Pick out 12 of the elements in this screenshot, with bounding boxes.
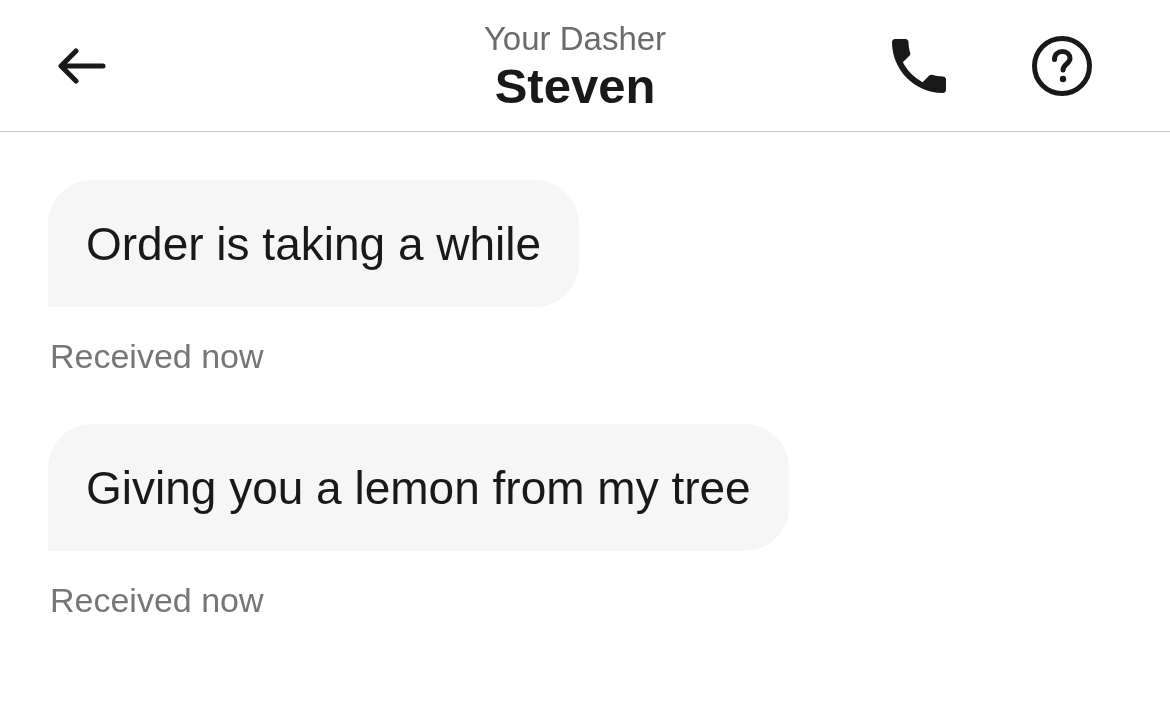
message-bubble: Giving you a lemon from my tree [48, 424, 789, 551]
phone-icon [892, 38, 946, 93]
help-button[interactable] [1032, 35, 1092, 96]
back-button[interactable] [58, 47, 106, 84]
header-subtitle: Your Dasher [483, 19, 667, 58]
call-button[interactable] [892, 38, 946, 93]
message-bubble: Order is taking a while [48, 180, 580, 307]
help-icon [1032, 35, 1092, 96]
header-title: Steven [494, 57, 656, 114]
message-status: Received now [50, 336, 264, 376]
back-arrow-icon [58, 47, 106, 84]
message-status: Received now [50, 580, 264, 620]
